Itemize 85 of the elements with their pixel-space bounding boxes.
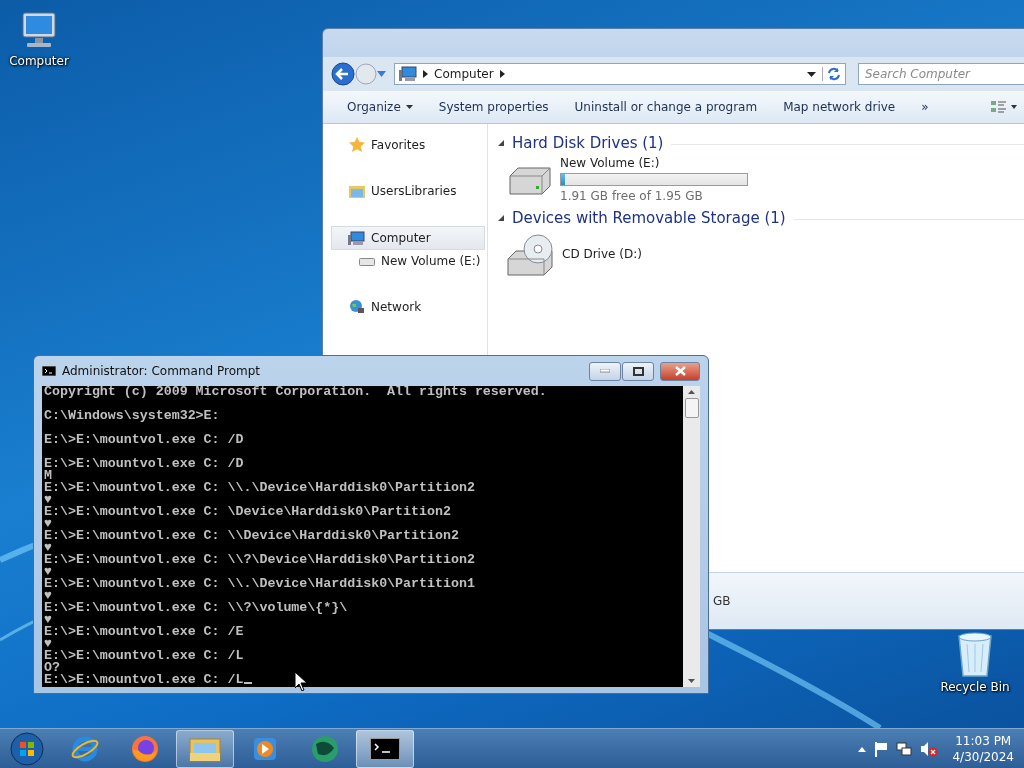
toolbar-button[interactable]: System properties — [426, 96, 561, 118]
window-title: Administrator: Command Prompt — [62, 364, 260, 378]
cd-drive-icon[interactable] — [506, 231, 556, 277]
console-line: ♥ — [44, 566, 52, 578]
console-line: E:\>E:\mountvol.exe C: \\.\Device\Harddisk0\Partition2 — [44, 482, 476, 494]
address-bar[interactable]: Computer — [394, 63, 846, 85]
group-heading[interactable]: Devices with Removable Storage (1) — [512, 209, 786, 227]
network-icon[interactable] — [896, 741, 913, 757]
console-line: E:\>E:\mountvol.exe C: \\.\Device\Harddisk0\Partition1 — [44, 578, 476, 590]
toolbar-button[interactable]: Uninstall or change a program — [562, 96, 770, 118]
breadcrumb-arrow-icon[interactable] — [499, 70, 505, 78]
search-field[interactable]: Search Computer — [858, 63, 1024, 85]
nav-item[interactable]: Computer — [331, 226, 485, 250]
console-line: E:\>E:\mountvol.exe C: \\?\volume\{*}\ — [44, 602, 349, 614]
console-line: ♥ — [44, 518, 52, 530]
forward-icon — [355, 63, 377, 85]
console-icon — [42, 366, 56, 376]
folder-icon — [189, 735, 221, 763]
scroll-up-icon[interactable] — [688, 390, 695, 394]
toolbar-button[interactable]: » — [909, 96, 941, 118]
drive-name[interactable]: New Volume (E:) — [560, 156, 748, 170]
breadcrumb-item[interactable]: Computer — [434, 67, 494, 81]
console-line: E:\>E:\mountvol.exe C: /D — [44, 458, 245, 470]
flag-icon[interactable] — [874, 741, 889, 757]
console-line: E:\>E:\mountvol.exe C: /E — [44, 626, 245, 638]
scrollbar[interactable] — [683, 386, 700, 687]
drive-icon — [359, 256, 375, 266]
console-line: Copyright (c) 2009 Microsoft Corporation. All rights reserved. — [44, 386, 548, 401]
star-icon — [349, 137, 365, 153]
console-line: ♥ — [44, 542, 52, 554]
nav-item[interactable]: Network — [323, 296, 487, 318]
computer-icon — [348, 230, 365, 246]
nav-item[interactable]: Favorites — [323, 134, 487, 156]
console-line: E:\>E:\mountvol.exe C: \Device\Harddisk0\Partition2 — [44, 506, 452, 518]
caret-icon — [405, 105, 413, 109]
toolbar-button[interactable]: Organize — [335, 96, 425, 118]
globe-icon — [349, 299, 365, 315]
close-icon — [674, 366, 686, 376]
nav-item[interactable]: New Volume (E:) — [323, 250, 487, 272]
view-options-icon[interactable] — [991, 100, 1017, 114]
toolbar-button[interactable]: Map network drive — [771, 96, 908, 118]
start-button-icon[interactable] — [10, 732, 44, 766]
console-line: ♥ — [44, 614, 52, 626]
free-space-text: 1.91 GB free of 1.95 GB — [560, 189, 704, 203]
desktop-icon-label[interactable]: Computer — [9, 54, 69, 68]
console-line: O? — [44, 662, 60, 674]
console-line: ♥ — [44, 638, 52, 650]
minimize-icon — [600, 369, 610, 373]
sphere-icon — [310, 734, 340, 764]
drive-name[interactable]: CD Drive (D:) — [562, 247, 642, 261]
scroll-down-icon[interactable] — [688, 679, 695, 683]
breadcrumb-arrow-icon[interactable] — [423, 70, 428, 78]
group-heading[interactable]: Hard Disk Drives (1) — [512, 134, 664, 152]
console-line: E:\>E:\mountvol.exe C: /D — [44, 434, 245, 449]
collapse-arrow-icon[interactable] — [498, 215, 504, 221]
console-line: E:\>E:\mountvol.exe C: /L — [44, 674, 683, 686]
show-hidden-icons-icon[interactable] — [858, 746, 867, 752]
clock[interactable]: 11:03 PM 4/30/2024 — [952, 733, 1014, 765]
letter-e-globe-icon — [70, 734, 100, 764]
fox-globe-icon — [130, 734, 160, 764]
nav-item[interactable]: UsersLibraries — [323, 180, 487, 202]
dropdown-caret-icon[interactable] — [807, 71, 816, 77]
details-text: GB — [713, 594, 731, 608]
console-line: ♥ — [44, 590, 52, 602]
console-line: E:\>E:\mountvol.exe C: /L — [44, 650, 245, 662]
console-line: E:\>E:\mountvol.exe C: \\Device\Harddisk0\Partition2 — [44, 530, 460, 542]
console-line: ♥ — [44, 494, 52, 506]
refresh-icon[interactable] — [822, 67, 841, 81]
maximize-button[interactable] — [622, 361, 654, 381]
console-line: M — [44, 470, 52, 482]
play-icon — [251, 735, 279, 763]
collapse-arrow-icon[interactable] — [498, 140, 504, 146]
desktop-icon-label[interactable]: Recycle Bin — [940, 680, 1010, 694]
trash-bin-icon[interactable] — [955, 632, 995, 678]
back-icon[interactable] — [331, 62, 355, 86]
console-line: C:\Windows\system32>E: — [44, 410, 221, 425]
folder-icon — [349, 183, 365, 199]
taskbar-button[interactable] — [356, 730, 414, 768]
computer-icon — [399, 66, 417, 82]
close-button[interactable] — [660, 361, 700, 381]
maximize-icon — [632, 366, 644, 376]
console-icon — [370, 738, 400, 760]
scrollbar-thumb[interactable] — [684, 398, 699, 418]
console-line: E:\>E:\mountvol.exe C: \\?\Device\Harddisk0\Partition2 — [44, 554, 476, 566]
speaker-muted-icon[interactable] — [920, 741, 939, 757]
